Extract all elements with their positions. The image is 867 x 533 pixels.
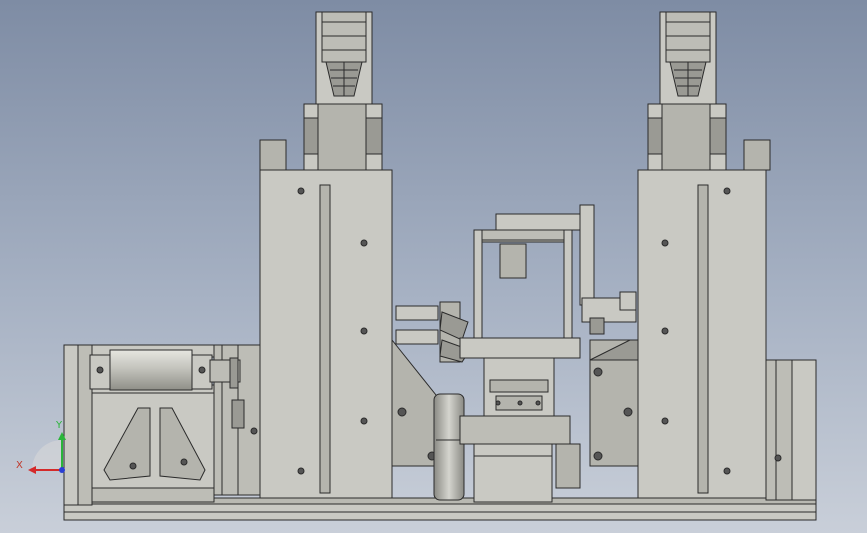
center-wheel — [433, 393, 465, 501]
x-axis-arrow-icon — [28, 466, 36, 474]
center-frame — [473, 204, 595, 351]
right-motor-mount — [647, 103, 727, 171]
x-axis-label: X — [16, 460, 23, 471]
left-wedge-bracket — [391, 338, 441, 467]
assembly-drawing: X Y — [16, 11, 817, 521]
center-carriage — [459, 337, 581, 417]
right-column — [637, 139, 782, 499]
center-base-block — [459, 415, 581, 503]
right-motor — [659, 11, 717, 105]
left-motor-mount — [303, 103, 383, 171]
left-column — [250, 139, 393, 499]
right-clamp — [581, 291, 637, 335]
z-axis-dot-icon — [59, 467, 65, 473]
right-frame — [765, 359, 817, 501]
y-axis-label: Y — [55, 420, 63, 431]
cad-viewport[interactable]: X Y — [0, 0, 867, 533]
left-motor — [315, 11, 373, 105]
left-clamp — [395, 301, 471, 363]
cam-guide-block — [91, 392, 215, 489]
coordinate-triad: X Y — [16, 420, 66, 474]
right-wedge-bracket — [589, 339, 639, 467]
